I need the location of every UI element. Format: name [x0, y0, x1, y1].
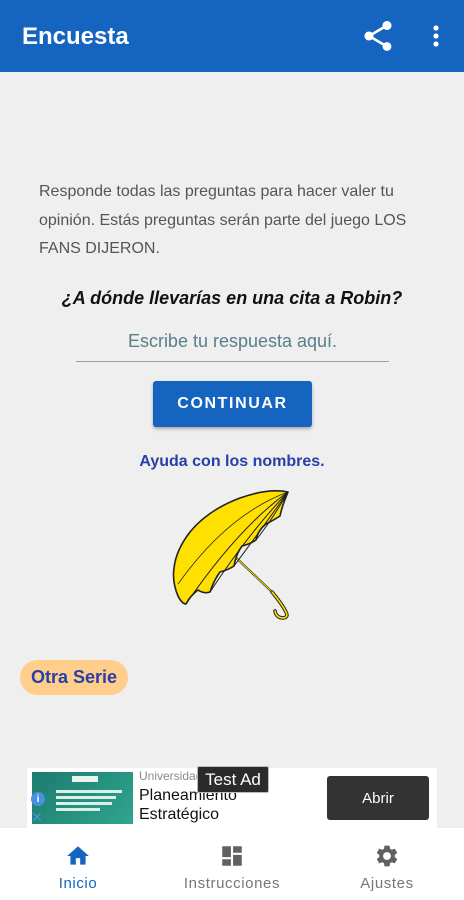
settings-icon — [373, 842, 401, 870]
intro-text: Responde todas las preguntas para hacer … — [39, 183, 407, 257]
help-names-link[interactable]: Ayuda con los nombres. — [0, 452, 464, 472]
nav-item-instrucciones[interactable]: Instrucciones — [172, 828, 292, 900]
answer-input[interactable] — [76, 322, 389, 362]
ad-info-icon[interactable]: i — [31, 792, 45, 806]
nav-label: Instrucciones — [183, 875, 281, 892]
ad-open-button[interactable]: Abrir — [327, 776, 429, 820]
nav-label: Ajustes — [360, 875, 414, 892]
ad-image-line — [56, 790, 122, 793]
ad-image[interactable] — [32, 772, 133, 824]
other-series-button[interactable]: Otra Serie — [20, 660, 128, 695]
ad-image-line — [56, 802, 112, 805]
test-ad-badge: Test Ad — [197, 766, 269, 793]
share-button[interactable] — [358, 16, 398, 56]
continue-button[interactable]: CONTINUAR — [153, 381, 312, 427]
app-title: Encuesta — [22, 23, 129, 50]
nav-label: Inicio — [58, 875, 98, 892]
yellow-umbrella-icon — [172, 490, 289, 620]
ad-image-line — [56, 796, 116, 799]
ad-close-icon[interactable]: ✕ — [30, 810, 44, 824]
dashboard-icon — [218, 842, 246, 870]
home-icon — [64, 842, 92, 870]
ad-image-line — [56, 808, 100, 811]
share-icon — [364, 21, 392, 51]
nav-item-ajustes[interactable]: Ajustes — [350, 828, 424, 900]
question-text: ¿A dónde llevarías en una cita a Robin? — [61, 288, 403, 308]
more-vert-icon — [433, 25, 439, 47]
app-bar: Encuesta — [0, 0, 464, 72]
bottom-navigation: Inicio Instrucciones Ajustes — [0, 828, 464, 900]
nav-item-inicio[interactable]: Inicio — [40, 828, 116, 900]
ad-advertiser: Universidad — [139, 769, 203, 783]
more-options-button[interactable] — [420, 16, 452, 56]
ad-logo — [72, 776, 98, 782]
